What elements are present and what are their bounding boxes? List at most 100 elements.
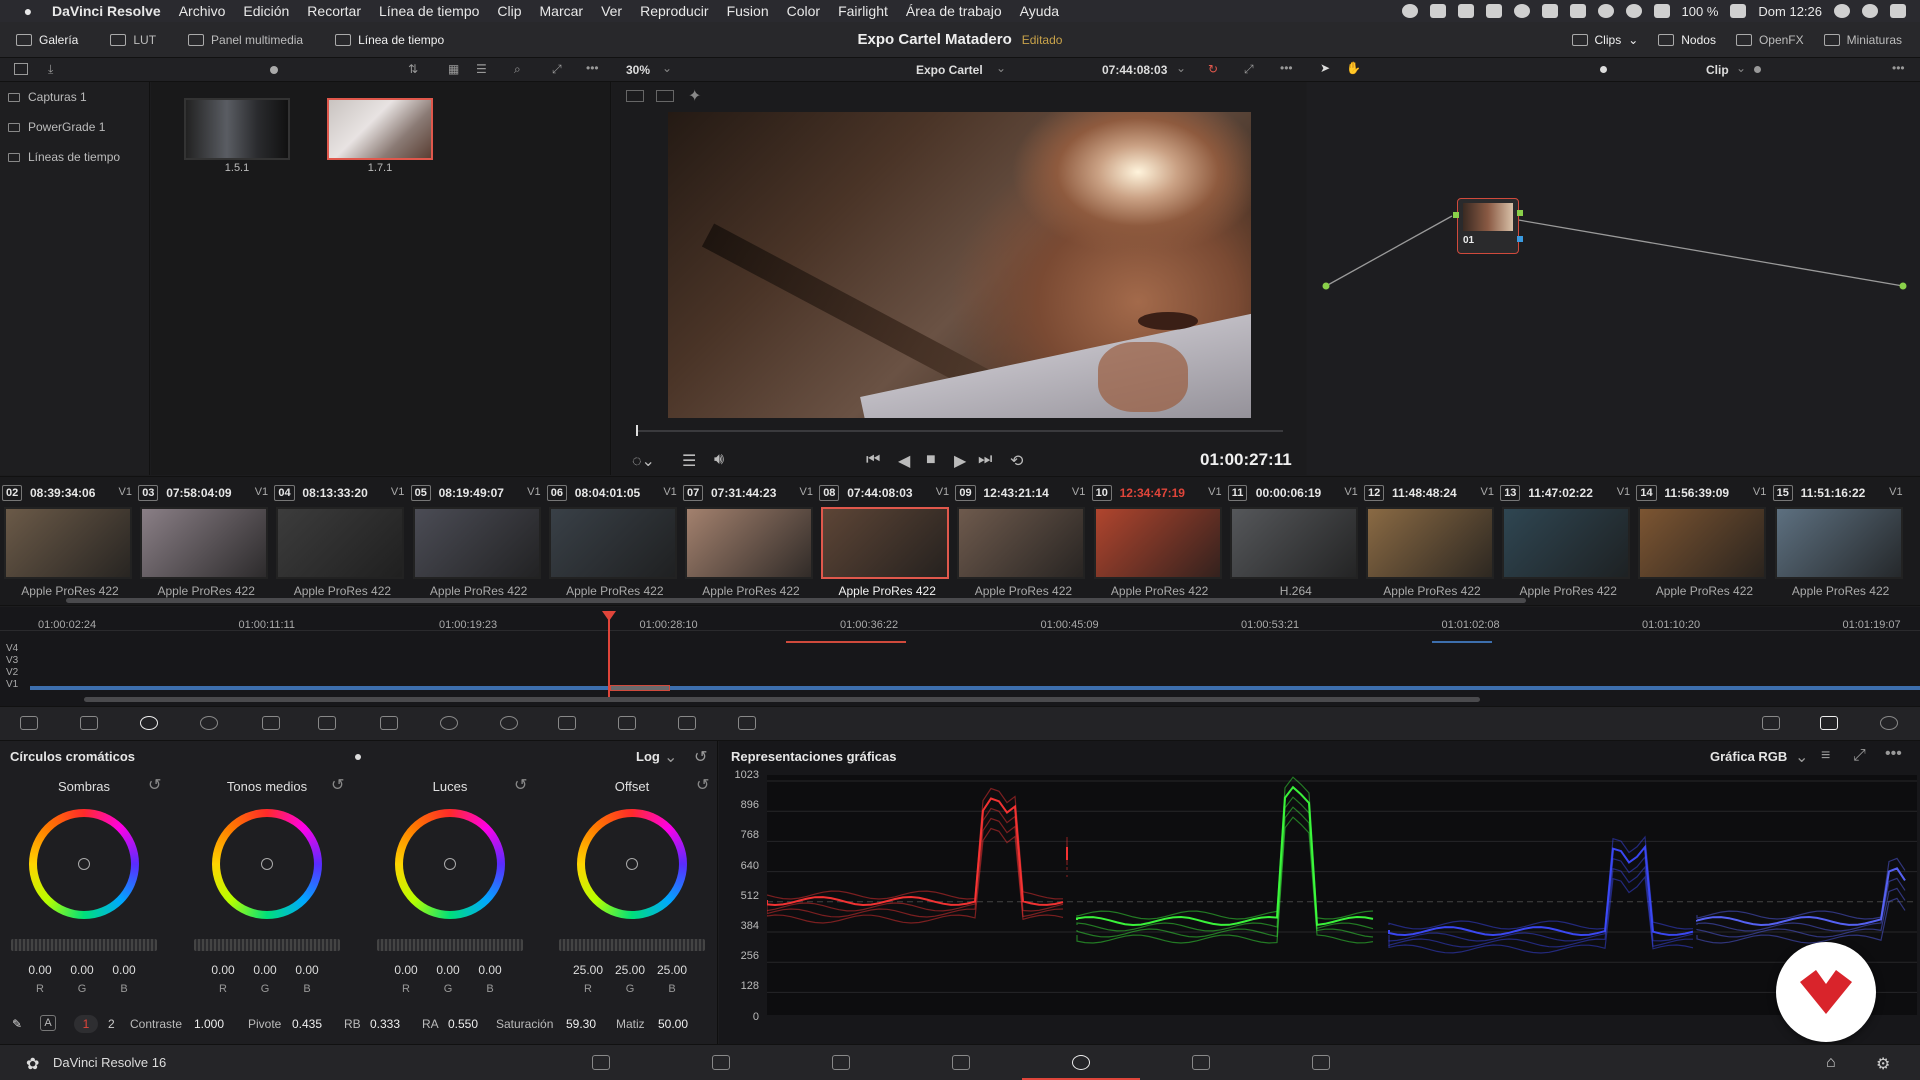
creative-cloud-icon[interactable] <box>1513 4 1530 18</box>
rgb-mixer-icon[interactable] <box>200 716 218 730</box>
master-wheel-slider[interactable] <box>11 939 157 951</box>
wheel-value[interactable]: 0.00 <box>201 963 245 977</box>
clip-item[interactable]: 13 11:47:02:22 V1 Apple ProRes 422 <box>1500 477 1636 605</box>
wheel-center-handle[interactable] <box>444 858 456 870</box>
scrubber-playhead[interactable] <box>636 425 638 436</box>
menu-color[interactable]: Color <box>787 3 820 19</box>
sort-icon[interactable]: ⇅ <box>408 62 418 76</box>
clip-thumbnail[interactable] <box>140 507 269 579</box>
wheel-value[interactable]: 0.00 <box>102 963 146 977</box>
clip-item[interactable]: 15 11:51:16:22 V1 Apple ProRes 422 <box>1772 477 1909 605</box>
hand-tool-icon[interactable]: ✋ <box>1346 61 1361 75</box>
wheel-value[interactable]: 0.00 <box>468 963 512 977</box>
saturation-value[interactable]: 59.30 <box>566 1017 596 1031</box>
clip-thumbnail[interactable] <box>548 507 677 579</box>
album-powergrade[interactable]: PowerGrade 1 <box>0 112 149 142</box>
media-pool-button[interactable]: Panel multimedia <box>178 22 313 58</box>
go-to-end-icon[interactable]: ⏭︎ <box>978 451 992 469</box>
thumbnails-button[interactable]: Miniaturas <box>1814 22 1912 58</box>
fullscreen-icon[interactable]: ⤢ <box>1244 62 1254 77</box>
scope-type-dropdown-icon[interactable]: ⌄ <box>1795 747 1808 767</box>
wheel-center-handle[interactable] <box>78 858 90 870</box>
home-icon[interactable]: ⌂ <box>1826 1054 1836 1072</box>
color-wheels-icon[interactable] <box>140 716 158 730</box>
node-output-dot[interactable] <box>1517 210 1523 216</box>
menu-reproducir[interactable]: Reproducir <box>640 3 708 19</box>
master-wheel-slider[interactable] <box>559 939 705 951</box>
tracker-icon[interactable] <box>500 716 518 730</box>
record-icon[interactable] <box>1401 4 1418 18</box>
reset-all-icon[interactable]: ↺ <box>694 747 707 767</box>
clip-thumbnail[interactable] <box>957 507 1086 579</box>
qualifier-icon[interactable] <box>380 716 398 730</box>
menu-marcar[interactable]: Marcar <box>540 3 584 19</box>
wheel-reset-icon[interactable]: ↺ <box>696 775 709 795</box>
clip-thumbnail[interactable] <box>1366 507 1494 579</box>
timeline-button[interactable]: Línea de tiempo <box>325 22 454 58</box>
notification-center-icon[interactable] <box>1890 4 1906 18</box>
clip-item[interactable]: 09 12:43:21:14 V1 Apple ProRes 422 <box>955 477 1091 605</box>
clock[interactable]: Dom 12:26 <box>1758 4 1822 19</box>
clip-item[interactable]: 08 07:44:08:03 V1 Apple ProRes 422 <box>819 477 955 605</box>
wheel-value[interactable]: 25.00 <box>566 963 610 977</box>
master-wheel-slider[interactable] <box>194 939 340 951</box>
auto-balance-icon[interactable]: ✎ <box>12 1017 22 1031</box>
clips-button[interactable]: Clips ⌄ <box>1562 22 1649 58</box>
node-options-icon[interactable]: ••• <box>1892 61 1905 75</box>
scope-expand-icon[interactable]: ⤢ <box>1853 747 1866 765</box>
menu-edicion[interactable]: Edición <box>243 3 289 19</box>
sidebar-toggle-icon[interactable] <box>14 63 28 75</box>
timeline-name[interactable]: Expo Cartel <box>916 63 983 77</box>
3d-icon[interactable] <box>738 716 756 730</box>
keyframes-icon[interactable] <box>1762 716 1780 730</box>
viewer-scrubber[interactable] <box>636 425 1283 436</box>
viewer-image[interactable] <box>668 112 1251 418</box>
key-icon[interactable] <box>618 716 636 730</box>
album-captures[interactable]: Capturas 1 <box>0 82 149 112</box>
play-icon[interactable]: ▶ <box>954 451 966 471</box>
wifi-icon[interactable] <box>1653 4 1670 18</box>
lut-button[interactable]: LUT <box>100 22 166 58</box>
menu-fairlight[interactable]: Fairlight <box>838 3 888 19</box>
sizing-icon[interactable] <box>678 716 696 730</box>
wheel-mode[interactable]: Log <box>636 749 660 764</box>
mini-timeline[interactable]: 01:00:02:24 01:00:11:11 01:00:19:23 01:00:2… <box>0 607 1920 707</box>
clip-thumbnail[interactable] <box>412 507 541 579</box>
clip-strip-scrollbar[interactable] <box>66 598 1526 603</box>
scope-settings-icon[interactable]: ≡ <box>1821 747 1830 765</box>
page-dot[interactable] <box>355 754 361 760</box>
clip-thumbnail[interactable] <box>1093 507 1222 579</box>
more-options-icon[interactable]: ••• <box>586 61 599 75</box>
blur-icon[interactable] <box>558 716 576 730</box>
settings-gear-icon[interactable]: ⚙ <box>1876 1054 1890 1074</box>
openfx-button[interactable]: OpenFX <box>1726 22 1814 58</box>
dropbox-icon[interactable] <box>1569 4 1586 18</box>
timeline-scrollbar[interactable] <box>84 697 1480 702</box>
timecode-dropdown-icon[interactable]: ⌄ <box>1176 61 1186 75</box>
clip-item[interactable]: 05 08:19:49:07 V1 Apple ProRes 422 <box>410 477 547 605</box>
wheel-value[interactable]: 0.00 <box>384 963 428 977</box>
import-icon[interactable]: ⤓ <box>48 62 53 77</box>
album-timelines[interactable]: Líneas de tiempo <box>0 142 149 172</box>
battery-icon[interactable] <box>1730 4 1747 18</box>
node-mode-dropdown-icon[interactable]: ⌄ <box>1736 61 1746 75</box>
apple-menu-icon[interactable]: ● <box>18 3 38 19</box>
single-view-icon[interactable] <box>626 90 644 102</box>
wheel-value[interactable]: 25.00 <box>650 963 694 977</box>
color-page-icon[interactable] <box>1072 1055 1090 1070</box>
node-key-output-dot[interactable] <box>1517 236 1523 242</box>
volume-icon[interactable]: 🔊︎ <box>714 451 724 469</box>
menu-recortar[interactable]: Recortar <box>307 3 361 19</box>
clip-thumbnail[interactable] <box>1229 507 1358 579</box>
clip-thumbnail[interactable] <box>276 507 405 579</box>
auto-icon[interactable]: A <box>40 1015 56 1031</box>
menu-area-de-trabajo[interactable]: Área de trabajo <box>906 3 1002 19</box>
stack-icon[interactable]: ☰ <box>682 451 696 471</box>
pivot-value[interactable]: 0.435 <box>292 1017 322 1031</box>
clip-item[interactable]: 14 11:56:39:09 V1 Apple ProRes 422 <box>1636 477 1772 605</box>
wheel-value[interactable]: 0.00 <box>18 963 62 977</box>
deliver-page-icon[interactable] <box>1312 1055 1330 1070</box>
menu-fusion[interactable]: Fusion <box>727 3 769 19</box>
drive-icon[interactable] <box>1541 4 1558 18</box>
page-2-button[interactable]: 2 <box>108 1017 115 1031</box>
